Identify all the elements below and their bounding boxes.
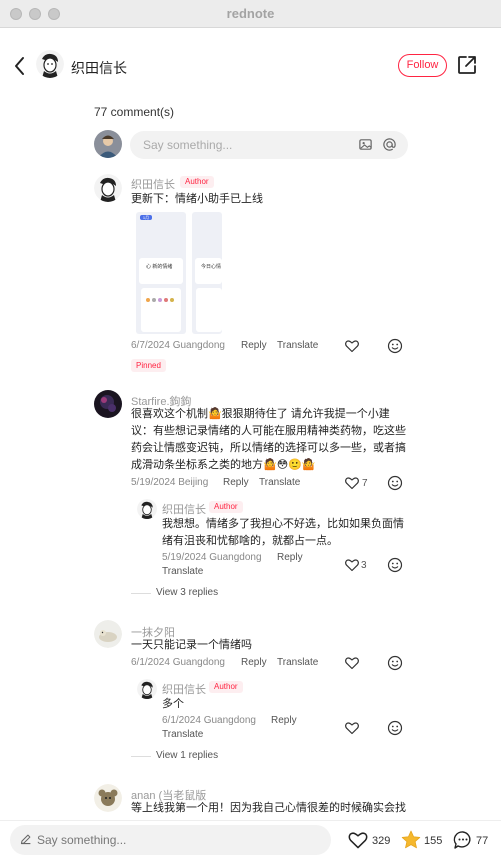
bottom-action-bar: Say something... 329 155 77: [0, 820, 501, 859]
comment-meta: 6/1/2024 Guangdong: [131, 657, 225, 668]
comment-text: 更新下：情绪小助手已上线: [131, 193, 263, 205]
bottom-comment-input[interactable]: Say something...: [10, 825, 331, 855]
emoji-reaction-icon[interactable]: [387, 338, 403, 354]
comment-input-placeholder: Say something...: [143, 138, 233, 152]
comment-count: 77 comment(s): [94, 105, 175, 119]
reply-text-line: 绪有沮丧和忧郁啥的，就都占一点。: [162, 535, 338, 547]
commenter-avatar[interactable]: [94, 620, 122, 648]
commenter-avatar[interactable]: [94, 784, 122, 812]
image-tab-label: 1月: [140, 215, 152, 220]
collect-count: 155: [424, 835, 443, 847]
view-replies-button[interactable]: View 3 replies: [156, 587, 218, 598]
like-count: 3: [361, 560, 367, 571]
heart-icon[interactable]: [344, 720, 360, 736]
comment-input[interactable]: Say something...: [130, 131, 408, 159]
follow-button[interactable]: Follow: [398, 54, 447, 77]
image-caption: 今日心情: [201, 264, 222, 270]
like-count: 329: [372, 835, 391, 847]
reply-meta: 6/1/2024 Guangdong: [162, 715, 256, 726]
like-count: 7: [362, 478, 368, 489]
window-title: rednote: [226, 6, 275, 21]
comment-text: 等上线我第一个用！因为我自己心情很差的时候确实会找: [131, 802, 406, 814]
translate-button[interactable]: Translate: [259, 477, 300, 488]
translate-button[interactable]: Translate: [162, 729, 203, 740]
comment-count-bottom: 77: [476, 835, 489, 847]
reply-button[interactable]: Reply: [223, 477, 249, 488]
image-icon[interactable]: [358, 137, 373, 152]
heart-icon[interactable]: [344, 338, 360, 354]
emoji-reaction-icon[interactable]: [387, 655, 403, 671]
author-avatar[interactable]: [36, 50, 64, 78]
author-badge: Author: [209, 501, 243, 513]
comment-image[interactable]: 1月 心 新的情绪: [136, 212, 186, 334]
window-titlebar: rednote: [0, 0, 501, 28]
commenter-avatar[interactable]: [94, 390, 122, 418]
divider: [131, 756, 151, 757]
star-collect-icon[interactable]: [400, 829, 422, 851]
reply-avatar[interactable]: [137, 679, 157, 699]
translate-button[interactable]: Translate: [277, 340, 318, 351]
back-arrow-icon[interactable]: [10, 54, 30, 78]
comment-text: 一天只能记录一个情绪吗: [131, 639, 252, 651]
like-heart-icon[interactable]: [347, 829, 369, 851]
comment-text-line: 议：有些想记录情绪的人可能在服用精神类药物，吃这些: [131, 425, 406, 437]
comment-meta: 5/19/2024 Beijing: [131, 477, 209, 488]
pencil-icon: [20, 834, 31, 845]
reply-button[interactable]: Reply: [241, 657, 267, 668]
note-header: 织田信长 Follow: [0, 28, 501, 104]
translate-button[interactable]: Translate: [162, 566, 203, 577]
reply-button[interactable]: Reply: [277, 552, 303, 563]
bottom-input-placeholder: Say something...: [37, 833, 127, 847]
comment-meta: 6/7/2024 Guangdong: [131, 340, 225, 351]
comments-section[interactable]: 77 comment(s) Say something... 织田信长 Auth…: [0, 104, 501, 820]
divider: [131, 593, 151, 594]
comment-text-line: 成滑动条坐标系之类的地方🤷😳🙂🤷: [131, 459, 316, 471]
heart-icon[interactable]: [344, 655, 360, 671]
comment-text-line: 药会让情感变迟钝，所以情绪的选择可以多一些，或者搞: [131, 442, 406, 454]
emoji-reaction-icon[interactable]: [387, 720, 403, 736]
share-icon[interactable]: [456, 54, 478, 76]
author-badge: Author: [180, 176, 214, 188]
translate-button[interactable]: Translate: [277, 657, 318, 668]
reply-text: 多个: [162, 698, 184, 710]
reply-text-line: 我想想。情绪多了我担心不好选，比如如果负面情: [162, 518, 404, 530]
comment-text-line: 很喜欢这个机制🤷狠狠期待住了 请允许我提一个小建: [131, 408, 390, 420]
emoji-reaction-icon[interactable]: [387, 475, 403, 491]
emoji-reaction-icon[interactable]: [387, 557, 403, 573]
image-caption: 心 新的情绪: [146, 264, 173, 270]
author-badge: Author: [209, 681, 243, 693]
view-replies-button[interactable]: View 1 replies: [156, 750, 218, 761]
reply-button[interactable]: Reply: [241, 340, 267, 351]
heart-icon[interactable]: [344, 557, 360, 573]
author-name[interactable]: 织田信长: [71, 58, 127, 78]
reply-button[interactable]: Reply: [271, 715, 297, 726]
comment-bubble-icon[interactable]: [452, 829, 474, 851]
reply-meta: 5/19/2024 Guangdong: [162, 552, 262, 563]
commenter-avatar[interactable]: [94, 174, 122, 202]
reply-avatar[interactable]: [137, 499, 157, 519]
mention-icon[interactable]: [382, 137, 397, 152]
comment-image[interactable]: 今日心情: [192, 212, 222, 334]
my-avatar: [94, 130, 122, 158]
pinned-badge: Pinned: [131, 359, 166, 372]
heart-icon[interactable]: [344, 475, 360, 491]
